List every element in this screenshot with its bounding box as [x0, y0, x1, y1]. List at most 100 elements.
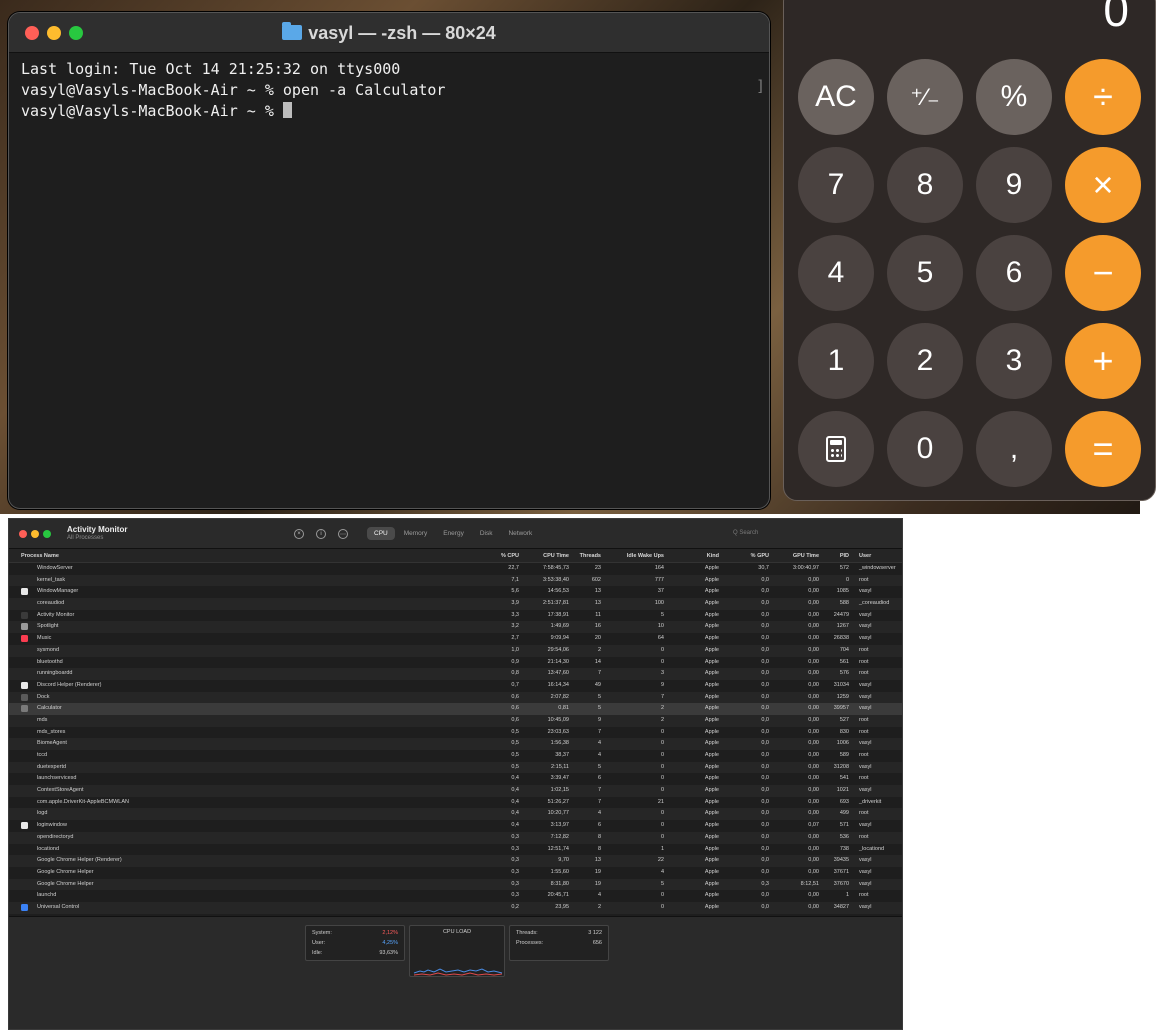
table-row[interactable]: loginwindow 0,4 3:13,97 6 0 Apple 0,0 0,07 571 va… — [9, 820, 902, 832]
table-row[interactable]: Google Chrome Helper 0,3 1:55,60 19 4 Apple 0,… — [9, 867, 902, 879]
minus-button[interactable]: − — [1065, 235, 1141, 311]
digit-5-button[interactable]: 5 — [887, 235, 963, 311]
cell-threads: 2 — [597, 903, 601, 910]
table-row[interactable]: Dock 0,6 2:07,82 5 7 Apple 0,0 0,00 1259 vasyl — [9, 691, 902, 704]
tab-energy[interactable]: Energy — [436, 527, 471, 540]
cell-user: root — [859, 810, 869, 817]
table-row[interactable]: sysmond 1,0 29:54,06 2 0 Apple 0,0 0,00 704 root — [9, 644, 902, 657]
column-threads[interactable]: Threads — [569, 553, 601, 559]
plus-minus-button[interactable]: ⁺∕₋ — [887, 59, 963, 135]
tab-memory[interactable]: Memory — [397, 527, 434, 540]
cell-gpu-time: 0,00 — [808, 611, 819, 618]
cell-process-name: Music — [37, 635, 52, 642]
zoom-button[interactable] — [43, 530, 51, 538]
table-row[interactable]: coreaudiod 3,9 2:51:37,81 13 100 Apple 0,0 0,00… — [9, 598, 902, 610]
terminal-content[interactable]: Last login: Tue Oct 14 21:25:32 on ttys0… — [9, 53, 769, 128]
column-cpu[interactable]: % CPU — [479, 553, 519, 559]
terminal-title: vasyl — -zsh — 80×24 — [9, 22, 769, 44]
multiply-button[interactable]: × — [1065, 147, 1141, 223]
tab-cpu[interactable]: CPU — [367, 527, 395, 540]
info-icon[interactable]: i — [316, 529, 326, 539]
table-row[interactable]: duetexpertd 0,5 2:15,11 5 0 Apple 0,0 0,00 31208… — [9, 761, 902, 774]
cell-gpu-percent: 0,0 — [761, 588, 769, 595]
table-row[interactable]: ContextStoreAgent 0,4 1:02,15 7 0 Apple 0,0 0,0… — [9, 785, 902, 797]
table-row[interactable]: mds_stores 0,5 23:03,63 7 0 Apple 0,0 0,00 830 ro… — [9, 727, 902, 739]
table-row[interactable]: Google Chrome Helper (Renderer) 0,3 9,70 13… — [9, 855, 902, 867]
column-kind[interactable]: Kind — [679, 553, 719, 559]
table-row[interactable]: Activity Monitor 3,3 17:38,91 11 5 Apple 0,0 0,… — [9, 610, 902, 622]
table-row[interactable]: logd 0,4 10:20,77 4 0 Apple 0,0 0,00 499 root — [9, 808, 902, 821]
digit-4-button[interactable]: 4 — [798, 235, 874, 311]
equals-button[interactable]: = — [1065, 411, 1141, 487]
activity-monitor-window[interactable]: Activity Monitor All Processes × i ⋯ CPU… — [8, 518, 903, 1030]
column-pid[interactable]: PID — [819, 553, 849, 559]
table-row[interactable]: com.apple.DriverKit-AppleBCMWLAN 0,4 51:26… — [9, 797, 902, 809]
ac-button[interactable]: AC — [798, 59, 874, 135]
digit-2-button[interactable]: 2 — [887, 323, 963, 399]
tab-network[interactable]: Network — [501, 527, 539, 540]
search-input[interactable]: Q Search — [727, 527, 897, 541]
cell-user: root — [859, 670, 869, 677]
table-row[interactable]: BiomeAgent 0,5 1:56,38 4 0 Apple 0,0 0,00 1006 va… — [9, 738, 902, 750]
column-gpu-time[interactable]: GPU Time — [771, 553, 819, 559]
cell-gpu-percent: 0,0 — [761, 693, 769, 700]
system-label: System: — [312, 930, 332, 936]
terminal-titlebar[interactable]: vasyl — -zsh — 80×24 — [9, 13, 769, 53]
table-row[interactable]: WindowServer 22,7 7:58:45,73 23 164 Apple 30,7… — [9, 563, 902, 575]
cell-cpu-percent: 0,3 — [511, 857, 519, 864]
more-options-icon[interactable]: ⋯ — [338, 529, 348, 539]
table-row[interactable]: runningboardd 0,8 13:47,60 7 3 Apple 0,0 0,00 57… — [9, 668, 902, 680]
table-row[interactable]: Calculator 0,6 0,81 5 2 Apple 0,0 0,00 39957 vasy… — [9, 703, 902, 715]
column-gpu[interactable]: % GPU — [729, 553, 769, 559]
table-row[interactable]: WindowManager 5,6 14:56,53 13 37 Apple 0,0 0,00… — [9, 586, 902, 598]
divide-button[interactable]: ÷ — [1065, 59, 1141, 135]
table-row[interactable]: launchservicesd 0,4 3:39,47 6 0 Apple 0,0 0,00 5… — [9, 773, 902, 785]
table-row[interactable]: bluetoothd 0,9 21:14,30 14 0 Apple 0,0 0,00 561 r… — [9, 657, 902, 669]
percent-button[interactable]: % — [976, 59, 1052, 135]
process-summary: Threads: 3 122 Processes: 656 — [509, 925, 609, 961]
calculator-window[interactable]: 0 AC ⁺∕₋ % ÷ 7 8 9 × 4 5 6 − 1 2 3 + 0 ,… — [783, 0, 1156, 501]
cell-idle-wake-ups: 64 — [657, 635, 664, 642]
digit-3-button[interactable]: 3 — [976, 323, 1052, 399]
digit-0-button[interactable]: 0 — [887, 411, 963, 487]
cell-cpu-time: 9,70 — [558, 857, 569, 864]
digit-9-button[interactable]: 9 — [976, 147, 1052, 223]
plus-button[interactable]: + — [1065, 323, 1141, 399]
stop-process-icon[interactable]: × — [294, 529, 304, 539]
close-button[interactable] — [19, 530, 27, 538]
decimal-button[interactable]: , — [976, 411, 1052, 487]
column-cpu-time[interactable]: CPU Time — [519, 553, 569, 559]
digit-1-button[interactable]: 1 — [798, 323, 874, 399]
table-row[interactable]: tccd 0,5 38,37 4 0 Apple 0,0 0,00 589 root — [9, 750, 902, 762]
table-row[interactable]: Universal Control 0,2 23,95 2 0 Apple 0,0 0,00 3… — [9, 901, 902, 914]
column-user[interactable]: User — [859, 553, 871, 559]
column-idle-wake-ups[interactable]: Idle Wake Ups — [609, 553, 664, 559]
digit-7-button[interactable]: 7 — [798, 147, 874, 223]
table-row[interactable]: Discord Helper (Renderer) 0,7 16:14,34 49 9 A… — [9, 680, 902, 692]
terminal-window[interactable]: vasyl — -zsh — 80×24 Last login: Tue Oct… — [8, 12, 770, 509]
cell-gpu-percent: 0,0 — [761, 600, 769, 607]
table-row[interactable]: Spotlight 3,2 1:49,69 16 10 Apple 0,0 0,00 1267 v… — [9, 621, 902, 634]
calculator-mode-button[interactable] — [798, 411, 874, 487]
column-process-name[interactable]: Process Name — [21, 553, 59, 559]
cell-cpu-time: 8:31,80 — [550, 880, 569, 887]
table-row[interactable]: opendirectoryd 0,3 7:12,82 8 0 Apple 0,0 0,00 53… — [9, 831, 902, 844]
table-row[interactable]: locationd 0,3 12:51,74 8 1 Apple 0,0 0,00 738 _lo… — [9, 844, 902, 856]
cell-threads: 7 — [597, 787, 601, 794]
table-row[interactable]: kernel_task 7,1 3:53:38,40 602 777 Apple 0,0 0,… — [9, 574, 902, 587]
cell-cpu-time: 3:39,47 — [550, 775, 569, 782]
minimize-button[interactable] — [31, 530, 39, 538]
cell-threads: 7 — [597, 670, 601, 677]
cell-pid: 572 — [839, 565, 849, 571]
digit-6-button[interactable]: 6 — [976, 235, 1052, 311]
table-row[interactable]: launchd 0,3 20:45,71 4 0 Apple 0,0 0,00 1 root — [9, 890, 902, 902]
cell-gpu-percent: 0,0 — [761, 658, 769, 665]
tab-disk[interactable]: Disk — [473, 527, 500, 540]
table-row[interactable]: Google Chrome Helper 0,3 8:31,80 19 5 Apple 0,… — [9, 878, 902, 891]
table-row[interactable]: Music 2,7 9:09,94 20 64 Apple 0,0 0,00 26838 vasy… — [9, 633, 902, 645]
cell-process-name: Calculator — [37, 705, 62, 712]
cell-idle-wake-ups: 0 — [660, 787, 664, 794]
table-row[interactable]: mds 0,6 10:45,09 9 2 Apple 0,0 0,00 527 root — [9, 714, 902, 727]
cell-process-name: mds — [37, 716, 48, 723]
digit-8-button[interactable]: 8 — [887, 147, 963, 223]
